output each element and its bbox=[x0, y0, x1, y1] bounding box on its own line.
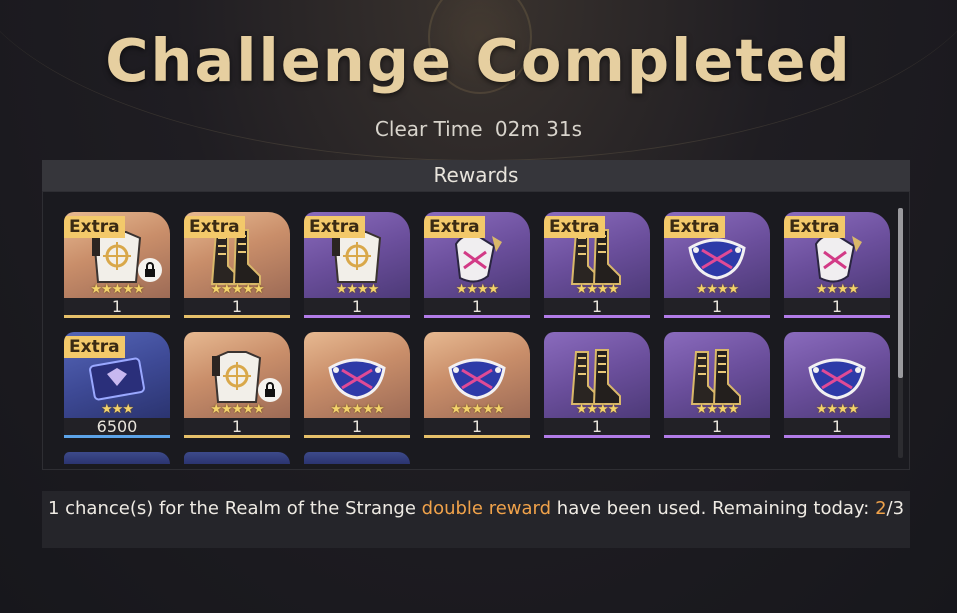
mask-icon bbox=[322, 348, 392, 410]
reward-count: 1 bbox=[64, 298, 170, 315]
rarity-stars: ★★★★ bbox=[815, 282, 860, 297]
rarity-bar bbox=[64, 435, 170, 438]
reward-card[interactable]: ★★★★ 1 bbox=[784, 332, 890, 438]
reward-card[interactable]: ★★★★ 1 bbox=[664, 332, 770, 438]
rarity-stars: ★★★★ bbox=[335, 282, 380, 297]
double-reward-notice: 1 chance(s) for the Realm of the Strange… bbox=[42, 491, 910, 548]
notice-text: 1 chance(s) for the Realm of the Strange bbox=[47, 498, 422, 519]
reward-card[interactable]: ★★★★ Extra 1 bbox=[664, 212, 770, 318]
reward-card[interactable]: ★★★★★ 1 bbox=[424, 332, 530, 438]
extra-badge: Extra bbox=[64, 216, 125, 238]
mask-icon bbox=[802, 348, 872, 410]
clear-time-value: 02m 31s bbox=[494, 117, 583, 141]
rarity-bar bbox=[424, 435, 530, 438]
reward-count: 1 bbox=[544, 298, 650, 315]
reward-count: 1 bbox=[184, 298, 290, 315]
rewards-header: Rewards bbox=[42, 160, 910, 191]
extra-badge: Extra bbox=[304, 216, 365, 238]
reward-card[interactable]: ★★★★★ 1 bbox=[304, 332, 410, 438]
rarity-bar bbox=[184, 435, 290, 438]
rewards-grid[interactable]: ★★★★★ Extra 1 ★★★★★ Extra 1 ★★★★ Extra 1 ★★★★ Extr… bbox=[42, 191, 910, 470]
rarity-stars: ★★★★ bbox=[815, 402, 860, 417]
lock-icon bbox=[138, 258, 162, 282]
reward-card[interactable]: ★★★ Extra 6500 bbox=[64, 332, 170, 438]
rarity-stars: ★★★★ bbox=[575, 402, 620, 417]
reward-card[interactable]: ★★★★★ Extra 1 bbox=[184, 212, 290, 318]
remaining-count: 2 bbox=[875, 498, 887, 519]
reward-card[interactable]: ★★★★ Extra 1 bbox=[544, 212, 650, 318]
rarity-bar bbox=[544, 435, 650, 438]
reward-card[interactable]: ★★★★ Extra 1 bbox=[304, 212, 410, 318]
boots-icon bbox=[562, 348, 632, 410]
rarity-bar bbox=[664, 315, 770, 318]
rarity-bar bbox=[664, 435, 770, 438]
reward-count: 1 bbox=[304, 298, 410, 315]
lock-icon bbox=[258, 378, 282, 402]
page-title: Challenge Completed bbox=[105, 26, 852, 95]
rarity-stars: ★★★★★ bbox=[210, 282, 264, 297]
rewards-panel: Rewards ★★★★★ Extra 1 ★★★★★ Extra 1 ★★★★ Extra 1… bbox=[42, 160, 910, 470]
rarity-bar bbox=[784, 435, 890, 438]
reward-count: 1 bbox=[784, 298, 890, 315]
extra-badge: Extra bbox=[664, 216, 725, 238]
reward-card[interactable]: ★★★★★ 1 bbox=[184, 332, 290, 438]
rarity-bar bbox=[424, 315, 530, 318]
extra-badge: Extra bbox=[424, 216, 485, 238]
rarity-bar bbox=[184, 315, 290, 318]
rarity-stars: ★★★★ bbox=[695, 402, 740, 417]
reward-card[interactable]: ★★★★ Extra 1 bbox=[784, 212, 890, 318]
rarity-stars: ★★★★ bbox=[575, 282, 620, 297]
scrollbar-thumb[interactable] bbox=[898, 208, 903, 378]
reward-card-partial[interactable] bbox=[184, 452, 290, 464]
rarity-stars: ★★★★ bbox=[455, 282, 500, 297]
reward-count: 1 bbox=[664, 298, 770, 315]
reward-card-partial[interactable] bbox=[64, 452, 170, 464]
notice-highlight: double reward bbox=[421, 498, 552, 519]
reward-count: 1 bbox=[304, 418, 410, 435]
reward-count: 6500 bbox=[64, 418, 170, 435]
reward-count: 1 bbox=[424, 418, 530, 435]
boots-icon bbox=[682, 348, 752, 410]
mask-icon bbox=[442, 348, 512, 410]
reward-count: 1 bbox=[184, 418, 290, 435]
rarity-bar bbox=[544, 315, 650, 318]
rarity-stars: ★★★★ bbox=[695, 282, 740, 297]
reward-count: 1 bbox=[784, 418, 890, 435]
rarity-stars: ★★★★★ bbox=[330, 402, 384, 417]
notice-text-2: have been used. Remaining today: bbox=[551, 498, 876, 519]
rarity-stars: ★★★★★ bbox=[450, 402, 504, 417]
extra-badge: Extra bbox=[184, 216, 245, 238]
rarity-stars: ★★★ bbox=[101, 402, 134, 417]
reward-card[interactable]: ★★★★★ Extra 1 bbox=[64, 212, 170, 318]
total-count: /3 bbox=[886, 498, 905, 519]
extra-badge: Extra bbox=[544, 216, 605, 238]
rarity-stars: ★★★★★ bbox=[90, 282, 144, 297]
clear-time-label: Clear Time bbox=[374, 117, 483, 141]
reward-count: 1 bbox=[544, 418, 650, 435]
reward-card-partial[interactable] bbox=[304, 452, 410, 464]
rewards-scrollbar[interactable] bbox=[898, 208, 903, 458]
reward-card[interactable]: ★★★★ 1 bbox=[544, 332, 650, 438]
rarity-stars: ★★★★★ bbox=[210, 402, 264, 417]
rarity-bar bbox=[784, 315, 890, 318]
reward-card[interactable]: ★★★★ Extra 1 bbox=[424, 212, 530, 318]
rarity-bar bbox=[304, 435, 410, 438]
clear-time: Clear Time 02m 31s bbox=[0, 117, 957, 141]
extra-badge: Extra bbox=[64, 336, 125, 358]
extra-badge: Extra bbox=[784, 216, 845, 238]
reward-count: 1 bbox=[424, 298, 530, 315]
reward-count: 1 bbox=[664, 418, 770, 435]
rarity-bar bbox=[304, 315, 410, 318]
rarity-bar bbox=[64, 315, 170, 318]
